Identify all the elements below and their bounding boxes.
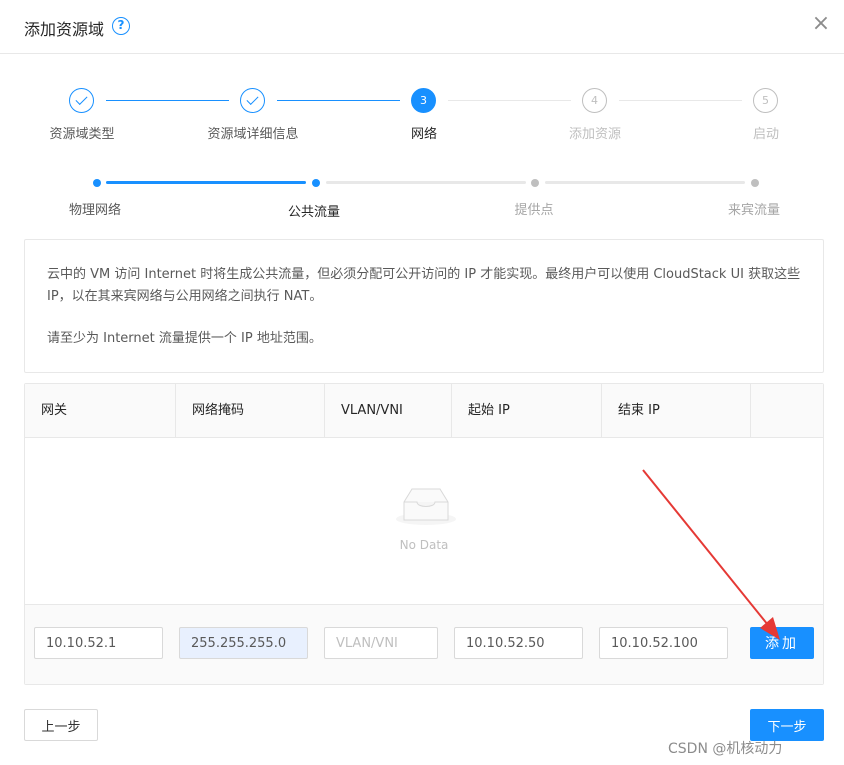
substep-4-label: 来宾流量 bbox=[727, 203, 781, 218]
start-ip-input[interactable] bbox=[454, 627, 583, 659]
info-box: 云中的 VM 访问 Internet 时将生成公共流量，但必须分配可公开访问的 … bbox=[24, 239, 824, 373]
substep-1-label: 物理网络 bbox=[68, 203, 122, 218]
ip-range-table: 网关 网络掩码 VLAN/VNI 起始 IP 结束 IP No Data 添加 bbox=[24, 383, 824, 685]
step-1-check-icon bbox=[69, 88, 94, 113]
dialog-header: 添加资源域 ? × bbox=[0, 0, 844, 54]
netmask-input[interactable] bbox=[179, 627, 308, 659]
dialog-title: 添加资源域 bbox=[24, 20, 105, 39]
table-header: 网关 网络掩码 VLAN/VNI 起始 IP 结束 IP bbox=[25, 384, 823, 438]
substep-dot bbox=[312, 179, 320, 187]
substep-connector bbox=[326, 181, 526, 184]
gateway-input[interactable] bbox=[34, 627, 163, 659]
step-4-circle: 4 bbox=[582, 88, 607, 113]
column-header-start-ip: 起始 IP bbox=[452, 384, 602, 438]
info-paragraph: 云中的 VM 访问 Internet 时将生成公共流量，但必须分配可公开访问的 … bbox=[47, 267, 801, 304]
step-5-label: 启动 bbox=[752, 127, 780, 142]
substep-dot bbox=[93, 179, 101, 187]
step-3-circle: 3 bbox=[411, 88, 436, 113]
step-1-label: 资源域类型 bbox=[49, 127, 115, 142]
column-header-end-ip: 结束 IP bbox=[602, 384, 751, 438]
step-5-circle: 5 bbox=[753, 88, 778, 113]
step-connector bbox=[277, 100, 400, 101]
substep-dot bbox=[751, 179, 759, 187]
step-connector bbox=[106, 100, 229, 101]
info-paragraph: 请至少为 Internet 流量提供一个 IP 地址范围。 bbox=[47, 331, 322, 346]
column-header-vlan: VLAN/VNI bbox=[325, 384, 452, 438]
step-2-label: 资源域详细信息 bbox=[207, 127, 299, 142]
substep-2-label: 公共流量 bbox=[287, 205, 341, 220]
step-4-label: 添加资源 bbox=[568, 127, 622, 142]
close-icon[interactable]: × bbox=[810, 13, 832, 35]
empty-text: No Data bbox=[399, 538, 449, 552]
substep-connector bbox=[106, 181, 306, 184]
step-connector bbox=[448, 100, 571, 101]
add-range-form: 添加 bbox=[25, 604, 823, 684]
substep-dot bbox=[531, 179, 539, 187]
vlan-input[interactable] bbox=[324, 627, 438, 659]
add-button[interactable]: 添加 bbox=[750, 627, 814, 659]
end-ip-input[interactable] bbox=[599, 627, 728, 659]
previous-button[interactable]: 上一步 bbox=[24, 709, 98, 741]
empty-inbox-icon bbox=[396, 488, 456, 525]
next-button[interactable]: 下一步 bbox=[750, 709, 824, 741]
substep-3-label: 提供点 bbox=[514, 203, 554, 218]
watermark: CSDN @机核动力 bbox=[668, 741, 783, 757]
substep-connector bbox=[545, 181, 745, 184]
column-header-netmask: 网络掩码 bbox=[176, 384, 325, 438]
step-connector bbox=[619, 100, 742, 101]
step-2-check-icon bbox=[240, 88, 265, 113]
column-header-gateway: 网关 bbox=[25, 384, 176, 438]
question-circle-icon[interactable]: ? bbox=[112, 17, 130, 35]
step-3-label: 网络 bbox=[410, 127, 438, 142]
